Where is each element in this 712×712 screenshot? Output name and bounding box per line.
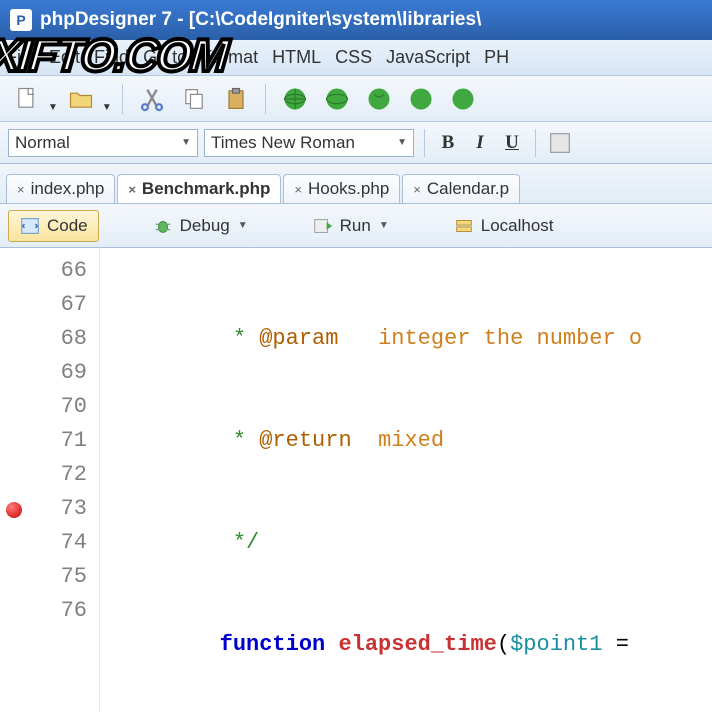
main-toolbar: ▼ ▼ bbox=[0, 76, 712, 122]
extra-button[interactable] bbox=[546, 129, 574, 157]
run-button[interactable]: Run▼ bbox=[301, 210, 400, 242]
menu-html[interactable]: HTML bbox=[272, 47, 321, 68]
code-icon bbox=[19, 215, 41, 237]
format-toolbar: Normal▼ Times New Roman▼ B I U bbox=[0, 122, 712, 164]
localhost-button[interactable]: Localhost bbox=[442, 210, 565, 242]
copy-button[interactable] bbox=[175, 80, 213, 118]
bold-button[interactable]: B bbox=[435, 130, 461, 156]
font-selector[interactable]: Times New Roman▼ bbox=[204, 129, 414, 157]
close-icon[interactable]: × bbox=[128, 182, 136, 197]
style-selector[interactable]: Normal▼ bbox=[8, 129, 198, 157]
tab-calendar[interactable]: ×Calendar.p bbox=[402, 174, 520, 203]
breakpoint-icon[interactable] bbox=[6, 502, 22, 518]
globe-4-button[interactable] bbox=[444, 80, 482, 118]
new-file-button[interactable] bbox=[8, 80, 46, 118]
menu-css[interactable]: CSS bbox=[335, 47, 372, 68]
watermark: XIFTO.COM bbox=[0, 28, 229, 82]
globe-green-button[interactable] bbox=[276, 80, 314, 118]
globe-button[interactable] bbox=[318, 80, 356, 118]
menu-php[interactable]: PH bbox=[484, 47, 509, 68]
italic-button[interactable]: I bbox=[467, 130, 493, 156]
dropdown-arrow-icon[interactable]: ▼ bbox=[48, 102, 58, 113]
file-tabs: ×index.php ×Benchmark.php ×Hooks.php ×Ca… bbox=[0, 164, 712, 204]
code-editor[interactable]: 66 67 68 69 70 71 72 73 74 75 76 * @para… bbox=[0, 248, 712, 712]
globe-3-button[interactable] bbox=[402, 80, 440, 118]
chevron-down-icon: ▼ bbox=[181, 137, 191, 148]
line-gutter: 66 67 68 69 70 71 72 73 74 75 76 bbox=[0, 248, 100, 712]
code-area[interactable]: * @param integer the number o * @return … bbox=[100, 248, 712, 712]
code-view-button[interactable]: Code bbox=[8, 210, 99, 242]
close-icon[interactable]: × bbox=[17, 182, 25, 197]
tab-index[interactable]: ×index.php bbox=[6, 174, 115, 203]
debug-button[interactable]: Debug▼ bbox=[141, 210, 259, 242]
tab-benchmark[interactable]: ×Benchmark.php bbox=[117, 174, 281, 203]
close-icon[interactable]: × bbox=[413, 182, 421, 197]
globe-2-button[interactable] bbox=[360, 80, 398, 118]
cut-button[interactable] bbox=[133, 80, 171, 118]
play-icon bbox=[312, 215, 334, 237]
chevron-down-icon: ▼ bbox=[379, 220, 389, 231]
chevron-down-icon: ▼ bbox=[238, 220, 248, 231]
view-toolbar: Code Debug▼ Run▼ Localhost bbox=[0, 204, 712, 248]
underline-button[interactable]: U bbox=[499, 130, 525, 156]
bug-icon bbox=[152, 215, 174, 237]
tab-hooks[interactable]: ×Hooks.php bbox=[283, 174, 400, 203]
menu-javascript[interactable]: JavaScript bbox=[386, 47, 470, 68]
chevron-down-icon: ▼ bbox=[397, 137, 407, 148]
dropdown-arrow-icon[interactable]: ▼ bbox=[102, 102, 112, 113]
close-icon[interactable]: × bbox=[294, 182, 302, 197]
paste-button[interactable] bbox=[217, 80, 255, 118]
open-file-button[interactable] bbox=[62, 80, 100, 118]
server-icon bbox=[453, 215, 475, 237]
